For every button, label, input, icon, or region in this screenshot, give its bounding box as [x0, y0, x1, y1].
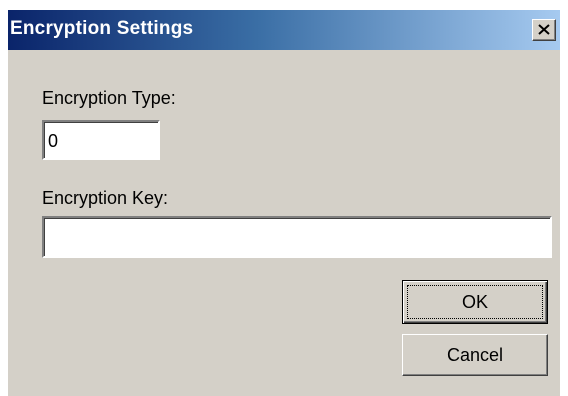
- encryption-key-field[interactable]: [42, 216, 552, 258]
- dialog-title: Encryption Settings: [10, 18, 194, 39]
- encryption-settings-dialog: Encryption Settings Encryption Type: Enc…: [8, 10, 560, 396]
- encryption-key-label: Encryption Key:: [42, 188, 169, 208]
- cancel-button[interactable]: Cancel: [402, 334, 548, 376]
- title-bar: Encryption Settings: [8, 10, 560, 50]
- ok-button-label: OK: [461, 292, 488, 312]
- ok-button[interactable]: OK: [402, 280, 548, 324]
- encryption-type-label: Encryption Type:: [42, 88, 176, 108]
- close-icon: [538, 24, 550, 35]
- encryption-type-field[interactable]: [42, 120, 160, 160]
- cancel-button-label: Cancel: [446, 345, 504, 365]
- close-button[interactable]: [532, 19, 556, 41]
